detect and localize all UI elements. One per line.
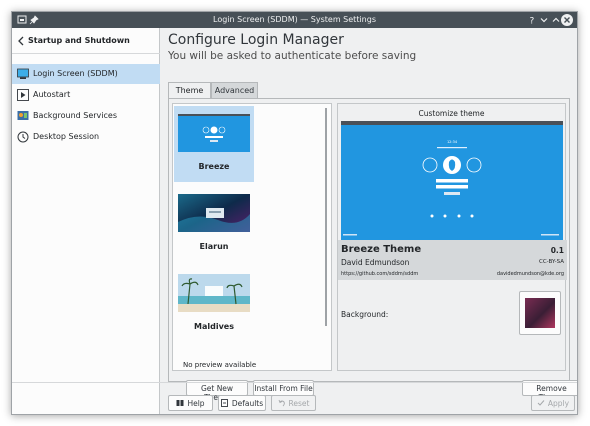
sidebar-item-autostart[interactable]: Autostart [12, 85, 160, 105]
main-content: Configure Login Manager You will be aske… [161, 28, 577, 414]
autostart-icon [17, 89, 29, 101]
close-icon [564, 17, 570, 23]
theme-name: Breeze [198, 162, 230, 171]
defaults-button[interactable]: Defaults [218, 395, 266, 411]
services-icon [17, 111, 29, 120]
maldives-thumbnail [178, 274, 250, 312]
theme-preview-image: 12:34 [341, 121, 563, 240]
sidebar-back-label: Startup and Shutdown [28, 36, 130, 45]
theme-list-scrollbar[interactable] [325, 108, 327, 326]
minimize-icon[interactable] [539, 15, 549, 25]
background-picker-button[interactable] [519, 291, 561, 335]
help-book-icon [176, 400, 184, 406]
sidebar-item-label: Login Screen (SDDM) [33, 69, 118, 78]
footer-separator [12, 382, 577, 383]
sidebar-item-label: Autostart [33, 90, 71, 99]
svg-text:12:34: 12:34 [447, 140, 458, 144]
theme-preview-pane: Customize theme 12:34 Breeze Theme 0.1 D… [337, 103, 567, 371]
help-icon[interactable]: ? [527, 15, 537, 26]
checkmark-icon [537, 400, 545, 406]
settings-window: Login Screen (SDDM) — System Settings ? … [11, 11, 578, 415]
chevron-left-icon[interactable] [17, 36, 25, 46]
theme-name: Maldives [194, 322, 234, 331]
apply-button[interactable]: Apply [531, 395, 575, 411]
theme-license: CC-BY-SA [539, 259, 564, 265]
sidebar-item-label: Desktop Session [33, 132, 100, 141]
theme-item-breeze[interactable]: Breeze [174, 106, 254, 182]
sidebar-item-label: Background Services [33, 111, 118, 120]
sidebar: Startup and Shutdown Login Screen (SDDM)… [12, 28, 160, 414]
theme-info: Breeze Theme 0.1 David Edmundson CC-BY-S… [338, 240, 567, 280]
theme-item-maldives[interactable]: Maldives [174, 266, 254, 342]
help-label: Help [187, 399, 205, 408]
background-swatch [525, 298, 555, 328]
session-icon [17, 131, 29, 143]
title-bar[interactable]: Login Screen (SDDM) — System Settings ? [12, 12, 577, 28]
background-label: Background: [341, 310, 389, 319]
reset-button[interactable]: Reset [271, 395, 316, 411]
theme-title: Breeze Theme [341, 244, 422, 255]
window-title: Login Screen (SDDM) — System Settings [213, 15, 376, 24]
theme-author: David Edmundson [341, 258, 410, 267]
theme-name: Elarun [199, 242, 229, 251]
tab-theme[interactable]: Theme [168, 82, 211, 98]
svg-text:?: ? [530, 17, 535, 26]
sidebar-item-background-services[interactable]: Background Services [12, 106, 160, 126]
elarun-thumbnail [178, 194, 250, 232]
defaults-icon [220, 399, 228, 407]
no-preview-label: No preview available [183, 361, 257, 369]
sidebar-item-desktop-session[interactable]: Desktop Session [12, 127, 160, 147]
apply-label: Apply [547, 399, 570, 408]
theme-panel: Breeze Elarun Maldives No preview availa… [168, 98, 570, 382]
theme-email: davidedmundson@kde.org [496, 271, 564, 277]
page-subtitle: You will be asked to authenticate before… [168, 50, 417, 62]
theme-list[interactable]: Breeze Elarun Maldives No preview availa… [172, 103, 332, 371]
theme-item-elarun[interactable]: Elarun [174, 186, 254, 262]
theme-version: 0.1 [550, 246, 564, 255]
page-title: Configure Login Manager [168, 32, 344, 48]
breeze-thumbnail [178, 114, 250, 152]
help-button[interactable]: Help [168, 395, 213, 411]
theme-url: https://github.com/sddm/sddm [341, 271, 419, 277]
tab-advanced[interactable]: Advanced [211, 82, 258, 98]
customize-theme-caption: Customize theme [418, 109, 485, 118]
close-button[interactable] [561, 14, 573, 26]
defaults-label: Defaults [231, 399, 264, 408]
reset-label: Reset [288, 399, 310, 408]
sidebar-item-login-screen[interactable]: Login Screen (SDDM) [12, 64, 160, 84]
monitor-icon [17, 68, 29, 79]
undo-icon [278, 399, 285, 407]
sidebar-back-header[interactable]: Startup and Shutdown [12, 28, 160, 54]
maximize-icon[interactable] [551, 15, 561, 25]
